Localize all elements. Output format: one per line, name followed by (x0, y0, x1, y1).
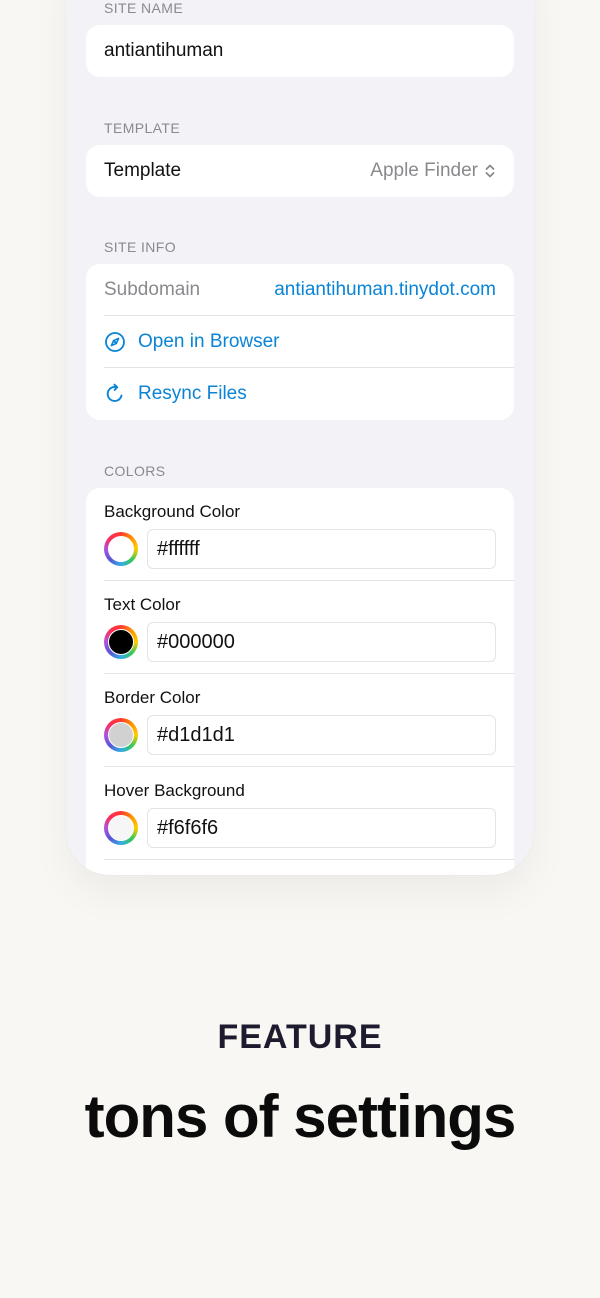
template-picker[interactable]: Template Apple Finder (86, 145, 514, 197)
hover-background-row: Hover Background #f6f6f6 (86, 767, 514, 860)
hex-color-value: #ffffff (157, 537, 200, 560)
color-picker-button[interactable] (104, 811, 138, 845)
site-name-value: antiantihuman (104, 40, 224, 61)
border-color-row: Border Color #d1d1d1 (86, 674, 514, 767)
template-label: Template (104, 160, 182, 181)
color-swatch (108, 629, 134, 655)
hex-color-value: #d1d1d1 (157, 723, 235, 746)
color-picker-button[interactable] (104, 625, 138, 659)
site-info-header: SITE INFO (104, 239, 177, 255)
hex-color-value: #f6f6f6 (157, 816, 219, 839)
site-name-card: antiantihuman (86, 25, 514, 77)
colors-card: Background Color #ffffff Text Color #000… (86, 488, 514, 875)
colors-header: COLORS (104, 463, 166, 479)
subdomain-row: Subdomain antiantihuman.tinydot.com (86, 264, 514, 316)
hex-color-value: #000000 (157, 630, 235, 653)
phone-screen: SITE NAME antiantihuman TEMPLATE Templat… (66, 0, 534, 875)
text-color-row: Text Color #000000 (86, 581, 514, 674)
chevron-up-down-icon (485, 164, 495, 178)
hex-color-input[interactable]: #000000 (147, 622, 496, 662)
resync-files-label: Resync Files (138, 383, 247, 404)
site-name-field[interactable]: antiantihuman (86, 25, 514, 77)
subdomain-label: Subdomain (104, 279, 201, 300)
site-name-header: SITE NAME (104, 0, 184, 16)
resync-files-button[interactable]: Resync Files (86, 368, 514, 420)
color-label: Hover Background (104, 781, 245, 800)
color-label: Border Color (104, 688, 201, 707)
color-swatch (108, 815, 134, 841)
color-picker-button[interactable] (104, 532, 138, 566)
template-card: Template Apple Finder (86, 145, 514, 197)
color-label: Text Color (104, 595, 181, 614)
hex-color-input[interactable]: #f6f6f6 (147, 808, 496, 848)
template-header: TEMPLATE (104, 120, 181, 136)
hex-color-input[interactable]: #ffffff (147, 529, 496, 569)
site-info-card: Subdomain antiantihuman.tinydot.com Open… (86, 264, 514, 420)
color-picker-button[interactable] (104, 718, 138, 752)
compass-icon (105, 332, 125, 352)
color-swatch (108, 536, 134, 562)
hex-color-input[interactable]: #d1d1d1 (147, 715, 496, 755)
color-label: Background Color (104, 502, 241, 521)
subdomain-link[interactable]: antiantihuman.tinydot.com (274, 279, 496, 301)
headline: tons of settings (84, 1083, 517, 1150)
feature-label: FEATURE (217, 1018, 383, 1056)
color-swatch (108, 722, 134, 748)
open-in-browser-button[interactable]: Open in Browser (86, 316, 514, 368)
open-in-browser-label: Open in Browser (138, 331, 280, 352)
template-value: Apple Finder (370, 160, 478, 181)
background-color-row: Background Color #ffffff (86, 488, 514, 581)
refresh-icon (106, 383, 123, 402)
